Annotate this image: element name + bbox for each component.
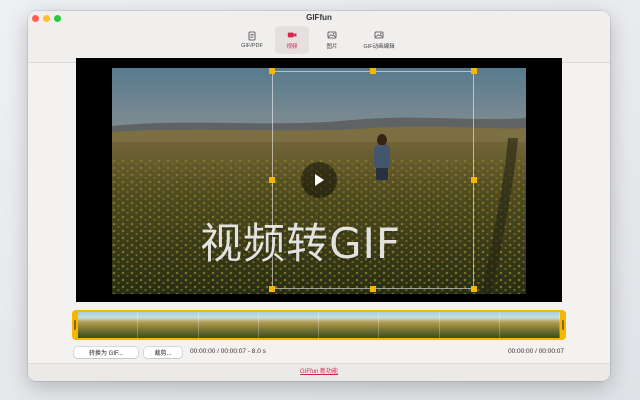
window-title: GIFfun — [306, 13, 332, 22]
title-bar: GIFfun GIF/PDF 视频 图片 GIF动画编辑 — [28, 11, 610, 63]
footer-bar: GIFfun 新功能 — [28, 363, 610, 381]
thumbnail-strip — [78, 312, 560, 338]
timeline-thumbnail — [138, 312, 199, 338]
crop-handle-top-right[interactable] — [471, 68, 477, 74]
tab-gif-edit[interactable]: GIF动画编辑 — [355, 26, 403, 54]
timeline-thumbnail — [78, 312, 139, 338]
crop-handle-right[interactable] — [471, 177, 477, 183]
crop-handle-bottom[interactable] — [370, 286, 376, 292]
document-icon — [248, 31, 256, 41]
trim-handle-left[interactable] — [74, 320, 76, 330]
tab-label: GIF动画编辑 — [363, 44, 395, 50]
image-edit-icon — [374, 31, 384, 39]
tab-label: 视频 — [286, 44, 298, 50]
crop-handle-top-left[interactable] — [269, 68, 275, 74]
video-preview[interactable]: 视频转GIF — [76, 58, 562, 302]
crop-handle-bottom-right[interactable] — [471, 286, 477, 292]
convert-to-gif-button[interactable]: 转换为 GIF... — [74, 347, 138, 358]
timeline-thumbnail — [198, 312, 259, 338]
play-icon — [315, 174, 324, 186]
app-window: GIFfun GIF/PDF 视频 图片 GIF动画编辑 视频转GIF 转换为 … — [28, 11, 610, 381]
trim-handle-right[interactable] — [562, 320, 564, 330]
crop-handle-top[interactable] — [370, 68, 376, 74]
whats-new-link[interactable]: GIFfun 新功能 — [300, 369, 338, 375]
timeline-trimmer[interactable] — [72, 310, 566, 340]
play-button[interactable] — [301, 162, 337, 198]
tab-label: GIF/PDF — [241, 43, 263, 49]
tab-video[interactable]: 视频 — [275, 26, 309, 54]
timeline-thumbnail — [258, 312, 319, 338]
control-bar: 转换为 GIF... 裁剪... 00:00:00 / 00:00:07 - 8… — [74, 347, 564, 359]
crop-handle-left[interactable] — [269, 177, 275, 183]
selection-time-readout: 00:00:00 / 00:00:07 - 8.0 s — [190, 348, 266, 355]
crop-button[interactable]: 裁剪... — [144, 347, 182, 358]
timeline-thumbnail — [319, 312, 380, 338]
playback-time-readout: 00:00:00 / 00:00:07 — [507, 348, 564, 355]
tab-gif-pdf[interactable]: GIF/PDF — [235, 26, 269, 54]
video-overlay-text: 视频转GIF — [200, 219, 402, 268]
timeline-thumbnail — [499, 312, 560, 338]
video-camera-icon — [287, 32, 297, 38]
image-icon — [327, 31, 337, 39]
tab-label: 图片 — [326, 44, 338, 50]
crop-handle-bottom-left[interactable] — [269, 286, 275, 292]
timeline-thumbnail — [379, 312, 440, 338]
toolbar-tabs: GIF/PDF 视频 图片 GIF动画编辑 — [28, 26, 610, 54]
timeline-thumbnail — [439, 312, 500, 338]
tab-image[interactable]: 图片 — [315, 26, 349, 54]
